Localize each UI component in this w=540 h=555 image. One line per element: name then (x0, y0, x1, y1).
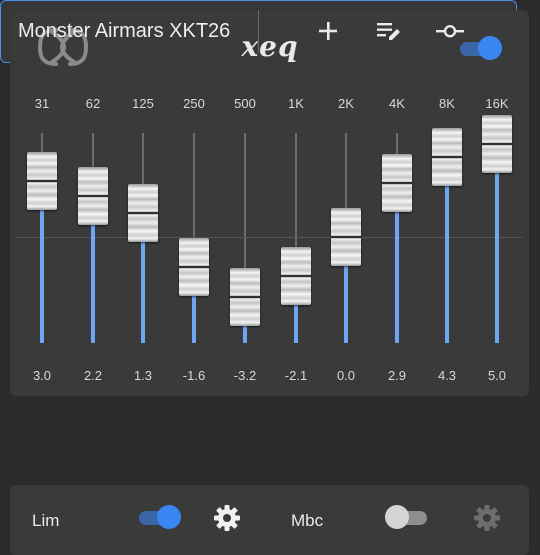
band-slider[interactable] (271, 133, 321, 343)
slider-thumb[interactable] (128, 183, 158, 242)
band-slider[interactable] (472, 115, 522, 343)
band-slider[interactable] (169, 133, 219, 343)
band-slider[interactable] (372, 133, 422, 343)
slider-thumb[interactable] (331, 208, 361, 266)
add-preset-button[interactable] (310, 13, 346, 49)
zero-line (220, 237, 270, 238)
slider-fill (495, 144, 499, 343)
slider-point-icon (436, 24, 464, 38)
band-frequency-label: 16K (485, 96, 509, 111)
limiter-toggle[interactable] (137, 505, 181, 529)
toggle-knob (385, 505, 409, 529)
preset-name[interactable]: Monster Airmars XKT26 (18, 20, 230, 43)
slider-thumb[interactable] (179, 237, 209, 296)
band-slider[interactable] (321, 133, 371, 343)
band-slider[interactable] (68, 133, 118, 343)
band-slider[interactable] (17, 133, 67, 343)
slider-point-button[interactable] (432, 13, 468, 49)
divider (258, 10, 259, 53)
band-gain-value: 5.0 (487, 368, 507, 383)
limiter-settings-button[interactable] (209, 500, 245, 536)
add-icon (319, 22, 337, 40)
gear-icon (214, 505, 240, 531)
zero-line (271, 237, 321, 238)
mbc-label: Mbc (291, 511, 324, 530)
slider-thumb[interactable] (27, 152, 57, 211)
edit-preset-button[interactable] (371, 13, 407, 49)
toggle-knob (478, 36, 502, 60)
slider-thumb[interactable] (482, 115, 512, 173)
band-slider[interactable] (118, 133, 168, 343)
limiter-label: Lim (32, 511, 60, 530)
effects-panel: Lim Mbc (10, 485, 529, 555)
band-slider[interactable] (220, 133, 270, 343)
band-slider[interactable] (422, 128, 472, 343)
slider-thumb[interactable] (230, 267, 260, 326)
gear-icon (474, 505, 500, 531)
slider-thumb[interactable] (281, 247, 311, 306)
edit-list-icon (377, 23, 400, 40)
mbc-settings-button[interactable] (469, 500, 505, 536)
slider-thumb[interactable] (78, 167, 108, 226)
toggle-knob (157, 505, 181, 529)
slider-thumb[interactable] (382, 154, 412, 213)
mbc-toggle[interactable] (385, 505, 429, 529)
slider-thumb[interactable] (432, 128, 462, 187)
